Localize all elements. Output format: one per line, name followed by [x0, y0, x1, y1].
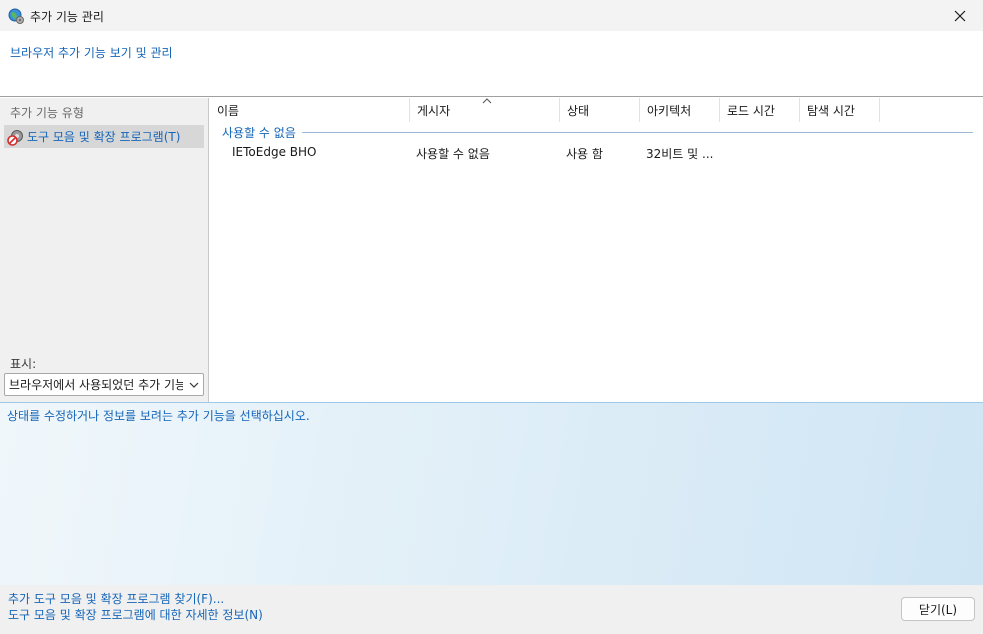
- cell-architecture: 32비트 및 ...: [646, 147, 714, 161]
- learn-more-link[interactable]: 도구 모음 및 확장 프로그램에 대한 자세한 정보(N): [8, 606, 263, 623]
- details-pane: 상태를 수정하거나 정보를 보려는 추가 기능을 선택하십시오.: [0, 402, 983, 585]
- page-title: 브라우저 추가 기능 보기 및 관리: [10, 46, 173, 60]
- addon-list: 이름 게시자 상태 아키텍처 로드 시간 탐색 시간 사용할 수 없음 IETo…: [210, 98, 983, 402]
- column-header-navigation-time[interactable]: 탐색 시간: [800, 98, 880, 122]
- show-label: 표시:: [10, 357, 37, 371]
- group-header: 사용할 수 없음: [222, 124, 973, 140]
- column-headers: 이름 게시자 상태 아키텍처 로드 시간 탐색 시간: [210, 98, 983, 122]
- details-hint: 상태를 수정하거나 정보를 보려는 추가 기능을 선택하십시오.: [7, 409, 310, 423]
- header: 브라우저 추가 기능 보기 및 관리: [0, 31, 983, 97]
- column-header-name[interactable]: 이름: [210, 98, 410, 122]
- globe-gear-icon: [8, 8, 24, 24]
- close-icon: [954, 10, 966, 21]
- show-filter-select[interactable]: 브라우저에서 사용되었던 추가 기능: [4, 373, 204, 396]
- sidebar-item-toolbars-extensions[interactable]: 도구 모음 및 확장 프로그램(T): [4, 125, 204, 148]
- sidebar-item-label: 도구 모음 및 확장 프로그램(T): [27, 130, 181, 144]
- cell-name: IEToEdge BHO: [232, 145, 317, 159]
- toolbar-extension-icon: [7, 129, 23, 146]
- find-more-extensions-link[interactable]: 추가 도구 모음 및 확장 프로그램 찾기(F)...: [8, 590, 224, 607]
- table-row[interactable]: IEToEdge BHO 사용할 수 없음 사용 함 32비트 및 ...: [210, 142, 983, 164]
- cell-publisher: 사용할 수 없음: [416, 147, 490, 161]
- show-filter-value: 브라우저에서 사용되었던 추가 기능: [9, 378, 183, 392]
- chevron-down-icon: [189, 382, 199, 388]
- column-header-architecture[interactable]: 아키텍처: [640, 98, 720, 122]
- addon-type-heading: 추가 기능 유형: [10, 106, 84, 120]
- window-title: 추가 기능 관리: [30, 10, 104, 24]
- cell-status: 사용 함: [566, 147, 603, 161]
- window-close-button[interactable]: [937, 0, 983, 31]
- column-header-status[interactable]: 상태: [560, 98, 640, 122]
- close-button[interactable]: 닫기(L): [901, 597, 975, 621]
- column-header-load-time[interactable]: 로드 시간: [720, 98, 800, 122]
- group-label: 사용할 수 없음: [222, 125, 296, 140]
- group-divider: [301, 131, 973, 133]
- sort-ascending-icon: [482, 98, 492, 104]
- addon-type-panel: 추가 기능 유형 도구 모음 및 확장 프로그램(T) 표시: 브라우저에서 사…: [0, 98, 209, 402]
- title-bar: 추가 기능 관리: [0, 0, 983, 31]
- footer: 추가 도구 모음 및 확장 프로그램 찾기(F)... 도구 모음 및 확장 프…: [0, 585, 983, 634]
